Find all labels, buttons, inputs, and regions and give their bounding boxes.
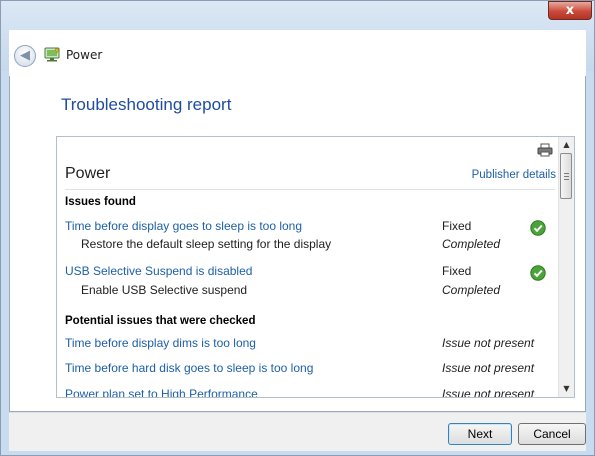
close-button[interactable]: x xyxy=(548,1,592,20)
scroll-up-arrow-icon[interactable]: ▲ xyxy=(559,137,574,153)
checked-issue-link[interactable]: Power plan set to High Performance xyxy=(65,387,258,397)
next-button[interactable]: Next xyxy=(448,423,512,445)
vertical-scrollbar[interactable]: ▲ ▼ xyxy=(558,137,574,397)
issue-status: Fixed xyxy=(442,219,472,233)
issue-status: Fixed xyxy=(442,264,472,278)
grip-line xyxy=(564,173,569,174)
scroll-thumb[interactable] xyxy=(560,153,572,199)
checked-issue-link[interactable]: Time before display dims is too long xyxy=(65,336,256,350)
section-title: Power xyxy=(65,165,111,182)
back-button[interactable]: ◀ xyxy=(14,45,36,67)
publisher-details-link[interactable]: Publisher details xyxy=(472,169,556,181)
issue-detail: Restore the default sleep setting for th… xyxy=(81,237,332,251)
checked-issue-status: Issue not present xyxy=(442,387,535,397)
checked-issue-status: Issue not present xyxy=(442,361,535,375)
issue-link[interactable]: USB Selective Suspend is disabled xyxy=(65,264,252,278)
issue-detail-status: Completed xyxy=(442,237,501,251)
power-options-icon xyxy=(44,47,60,62)
back-arrow-icon: ◀ xyxy=(20,48,30,63)
close-icon: x xyxy=(565,3,575,18)
grip-line xyxy=(564,176,569,177)
issue-link[interactable]: Time before display goes to sleep is too… xyxy=(65,219,302,233)
checked-issue-link[interactable]: Time before hard disk goes to sleep is t… xyxy=(65,361,313,375)
report-panel: Power Publisher details Issues found Tim… xyxy=(56,136,575,398)
checked-issues-header: Potential issues that were checked xyxy=(65,315,256,327)
scroll-down-arrow-icon[interactable]: ▼ xyxy=(559,381,574,397)
green-check-icon xyxy=(530,220,546,236)
issue-detail-status: Completed xyxy=(442,283,501,297)
page-title: Troubleshooting report xyxy=(61,95,232,114)
checked-issue-status: Issue not present xyxy=(442,336,535,350)
cancel-button[interactable]: Cancel xyxy=(518,423,586,445)
grip-line xyxy=(564,179,569,180)
report-content: Power Publisher details Issues found Tim… xyxy=(57,137,560,397)
green-check-icon xyxy=(530,265,546,281)
issues-found-header: Issues found xyxy=(65,196,136,208)
printer-icon[interactable] xyxy=(537,143,553,157)
window-title: Power xyxy=(66,48,103,62)
divider xyxy=(65,189,555,190)
issue-detail: Enable USB Selective suspend xyxy=(81,283,248,297)
